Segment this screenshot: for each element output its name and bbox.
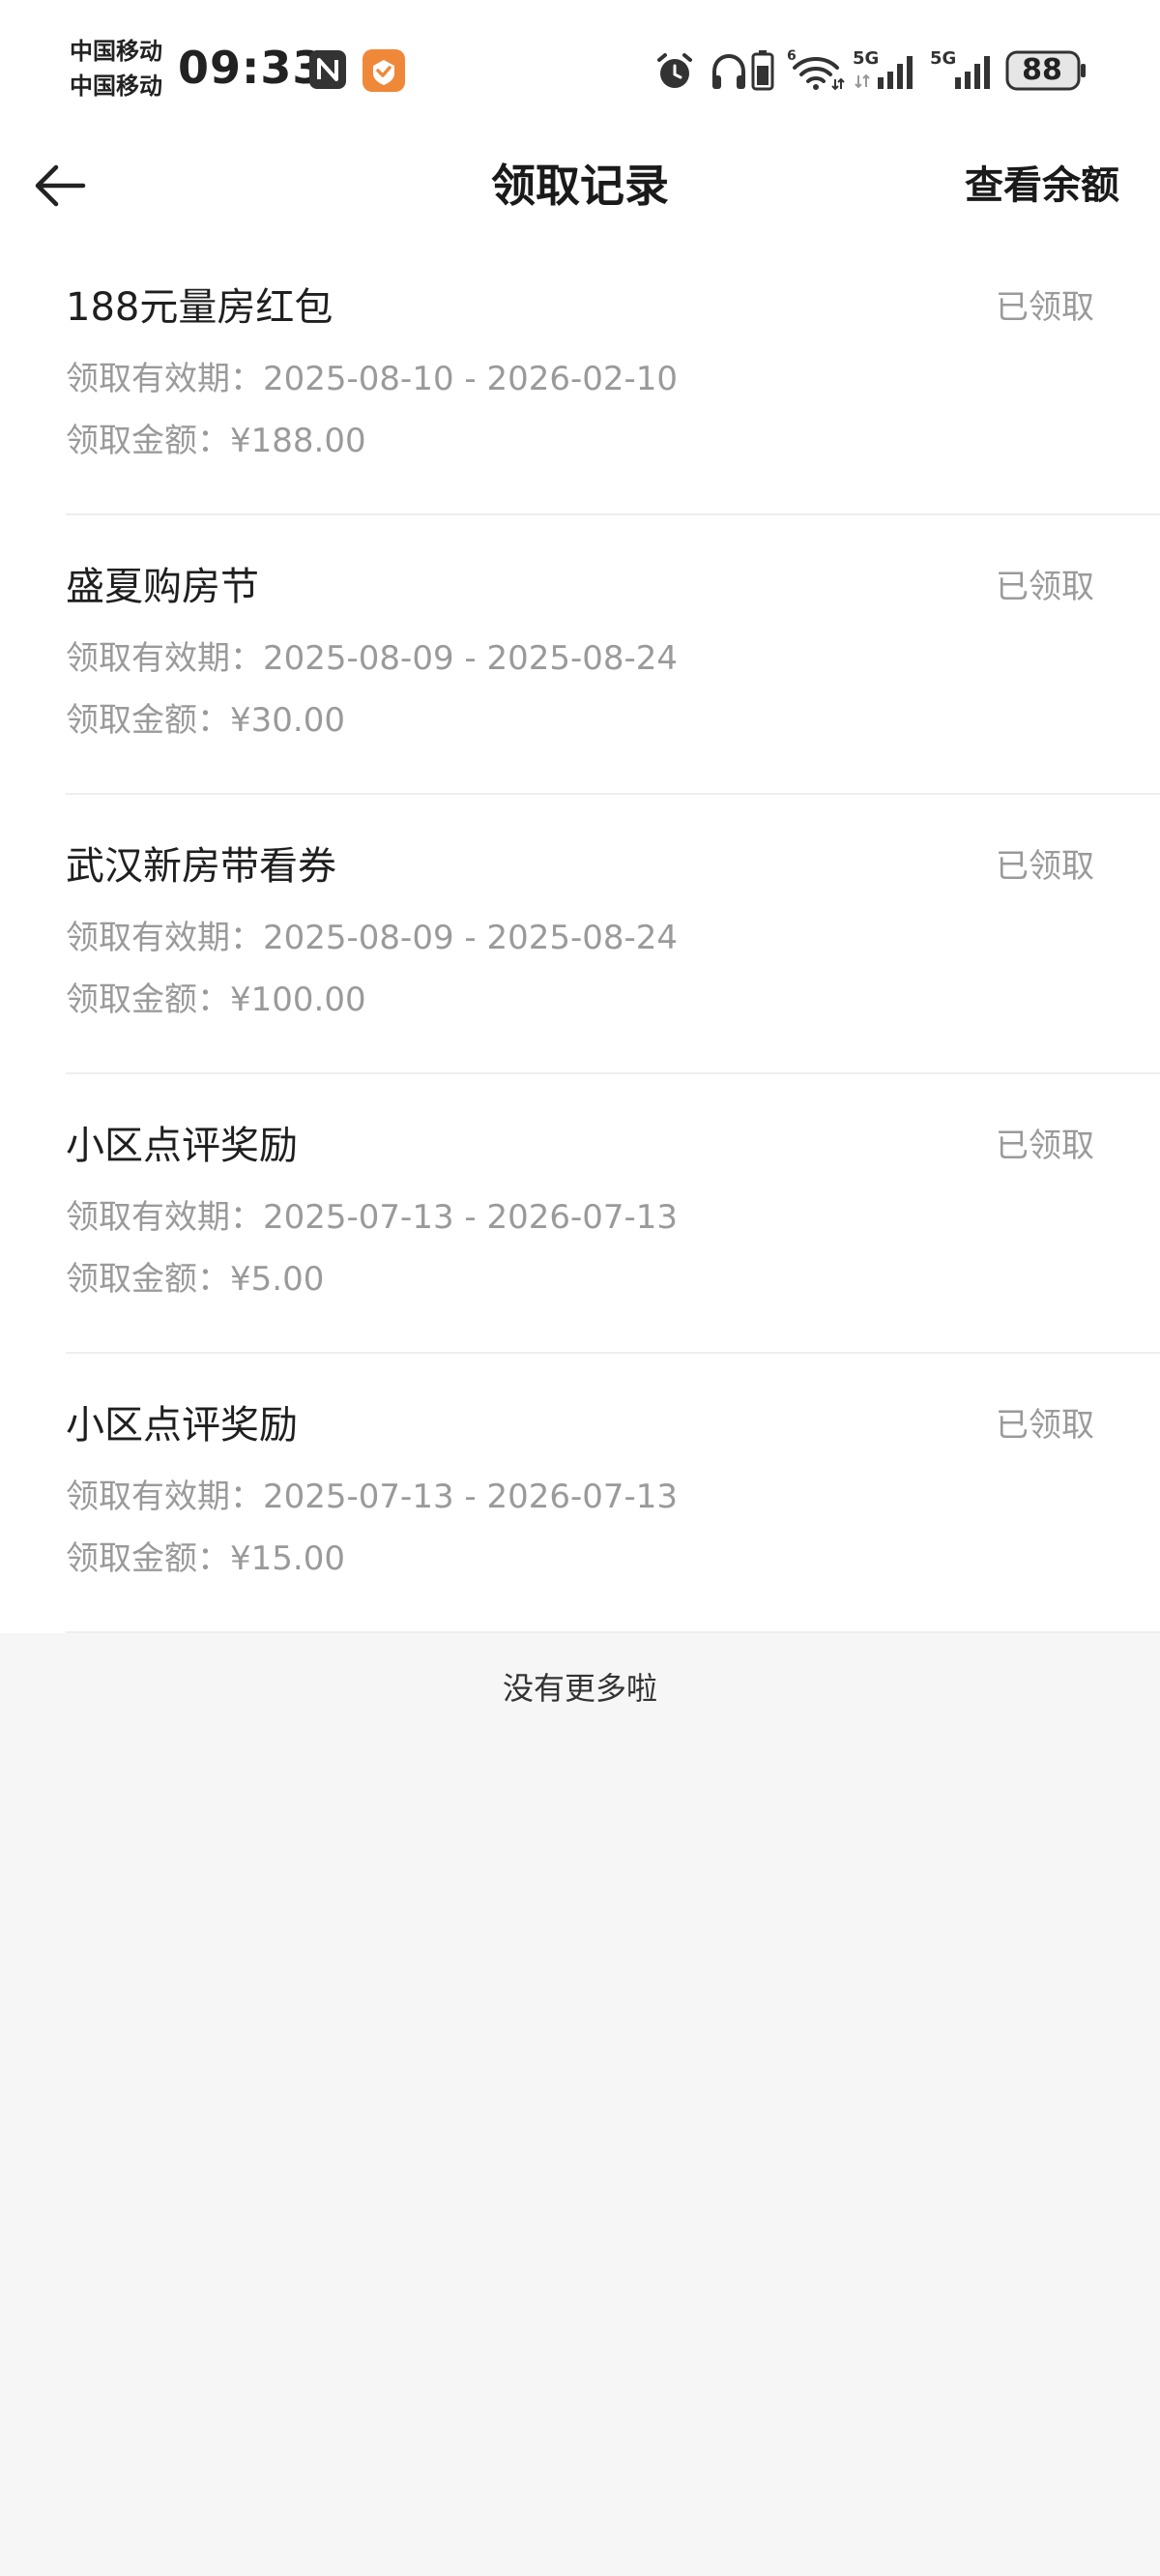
record-title: 小区点评奖励 (66, 1403, 298, 1448)
page: 中国移动 中国移动 09:33 6 5G 5G 88 领取记录 查看余额 188… (0, 0, 1160, 2576)
record-item[interactable]: 188元量房红包 已领取 领取有效期：2025-08-10 - 2026-02-… (0, 236, 1160, 515)
record-item[interactable]: 小区点评奖励 已领取 领取有效期：2025-07-13 - 2026-07-13… (0, 1354, 1160, 1633)
header: 领取记录 查看余额 (0, 135, 1160, 236)
status-bar: 中国移动 中国移动 09:33 6 5G 5G 88 (0, 0, 1160, 135)
record-validity: 领取有效期：2025-07-13 - 2026-07-13 (66, 1478, 679, 1516)
record-status: 已领取 (996, 1127, 1094, 1165)
record-amount: 领取金额：¥5.00 (66, 1260, 325, 1299)
record-amount: 领取金额：¥100.00 (66, 981, 366, 1019)
back-button[interactable] (29, 155, 106, 217)
signal-5g-icon: 5G (930, 48, 990, 89)
record-validity: 领取有效期：2025-08-10 - 2026-02-10 (66, 360, 679, 398)
record-status: 已领取 (996, 568, 1094, 606)
record-item[interactable]: 武汉新房带看券 已领取 领取有效期：2025-08-09 - 2025-08-2… (0, 795, 1160, 1074)
svg-text:6: 6 (787, 48, 797, 64)
record-item[interactable]: 小区点评奖励 已领取 领取有效期：2025-07-13 - 2026-07-13… (0, 1074, 1160, 1354)
headphone-icon (712, 53, 745, 89)
carrier-label-1: 中国移动 (70, 38, 162, 65)
battery-level: 88 (1022, 53, 1062, 87)
svg-text:5G: 5G (853, 48, 879, 69)
record-amount: 领取金额：¥188.00 (66, 422, 366, 460)
nfc-icon (309, 50, 346, 89)
svg-text:5G: 5G (930, 48, 956, 69)
record-status: 已领取 (996, 288, 1094, 327)
wifi-icon: 6 (787, 48, 845, 91)
record-amount: 领取金额：¥30.00 (66, 701, 345, 740)
no-more-text: 没有更多啦 (502, 1670, 657, 1707)
record-validity: 领取有效期：2025-08-09 - 2025-08-24 (66, 639, 679, 678)
record-status: 已领取 (996, 1406, 1094, 1445)
battery-saver-icon (751, 50, 774, 91)
divider (66, 1631, 1160, 1633)
signal-5g-icon: 5G (853, 48, 913, 89)
record-validity: 领取有效期：2025-08-09 - 2025-08-24 (66, 919, 679, 957)
record-title: 武汉新房带看券 (66, 844, 336, 889)
view-balance-button[interactable]: 查看余额 (965, 135, 1119, 236)
carrier-label-2: 中国移动 (70, 73, 162, 100)
record-validity: 领取有效期：2025-07-13 - 2026-07-13 (66, 1198, 679, 1237)
record-title: 188元量房红包 (66, 285, 334, 330)
alarm-icon (657, 53, 692, 88)
arrow-left-icon (35, 164, 86, 207)
record-title: 小区点评奖励 (66, 1124, 298, 1168)
status-time: 09:33 (178, 42, 325, 94)
record-amount: 领取金额：¥15.00 (66, 1539, 345, 1578)
app-badge-icon (362, 49, 405, 92)
record-title: 盛夏购房节 (66, 565, 259, 609)
record-list: 188元量房红包 已领取 领取有效期：2025-08-10 - 2026-02-… (0, 236, 1160, 1633)
record-item[interactable]: 盛夏购房节 已领取 领取有效期：2025-08-09 - 2025-08-24 … (0, 515, 1160, 795)
record-status: 已领取 (996, 847, 1094, 886)
